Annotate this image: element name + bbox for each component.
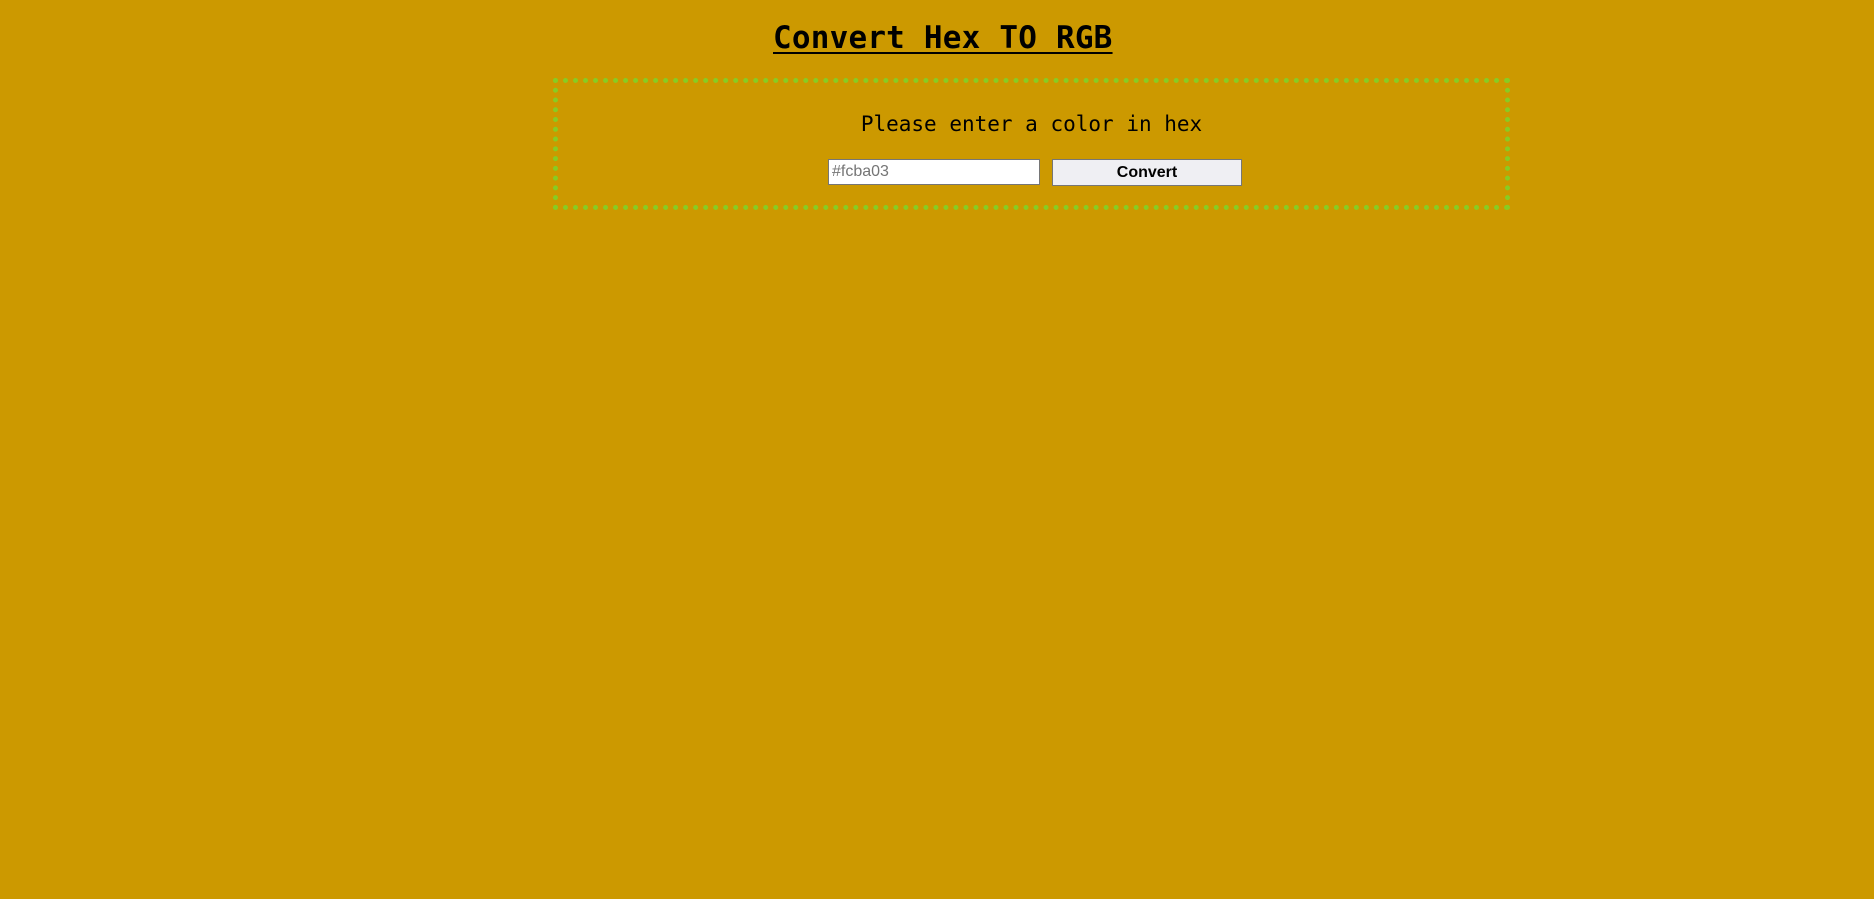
hex-color-input[interactable] xyxy=(828,159,1040,185)
page-title: Convert Hex TO RGB xyxy=(773,20,1113,56)
converter-panel: Please enter a color in hex Convert xyxy=(553,78,1510,210)
convert-button[interactable]: Convert xyxy=(1052,159,1242,186)
hex-prompt-label: Please enter a color in hex xyxy=(860,112,1203,136)
